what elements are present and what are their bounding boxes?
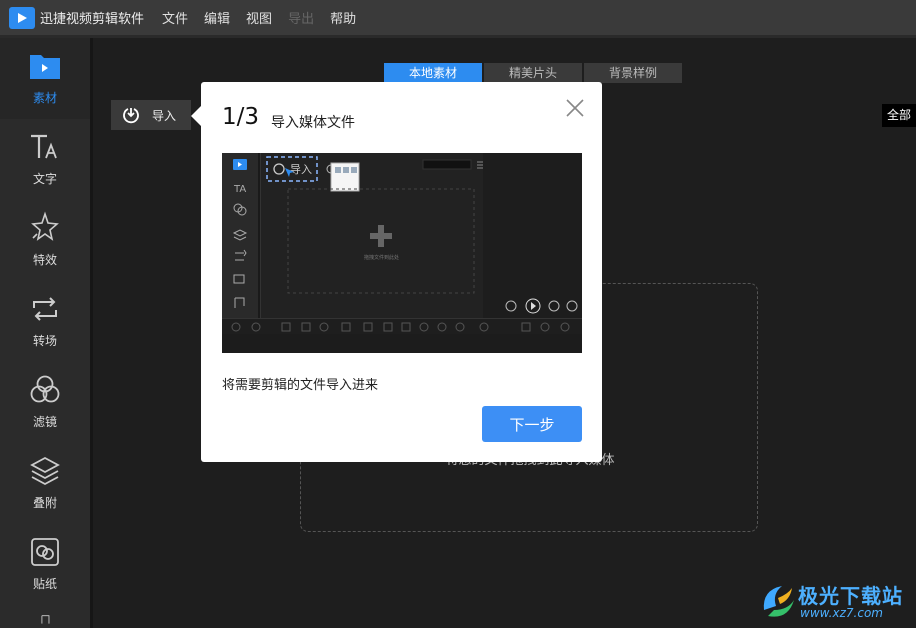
sidebar-item-media[interactable]: 素材 <box>0 38 90 119</box>
guide-popup: 1/3 导入媒体文件 TA 导入 拖拽文件到此处 将需要剪辑的文件导入进来 下一… <box>191 82 602 462</box>
sticker-icon <box>31 538 59 566</box>
transition-icon <box>33 297 57 321</box>
sidebar-item-effects[interactable]: 特效 <box>0 200 90 281</box>
menu-divider <box>0 35 916 38</box>
menu-file[interactable]: 文件 <box>162 8 188 27</box>
preview-import-label: 导入 <box>290 163 312 176</box>
media-tabs: 本地素材 精美片头 背景样例 <box>384 63 684 83</box>
layers-icon <box>30 456 60 486</box>
folder-icon <box>30 55 60 79</box>
popup-pointer <box>191 106 201 126</box>
sidebar-item-transition[interactable]: 转场 <box>0 281 90 362</box>
watermark-url: www.xz7.com <box>800 606 883 620</box>
sidebar-item-music[interactable] <box>0 605 90 628</box>
sidebar-item-label: 素材 <box>32 91 57 105</box>
sidebar-item-label: 贴纸 <box>32 577 57 591</box>
sidebar: 素材 文字 特效 转场 滤镜 叠附 贴纸 <box>0 38 90 628</box>
menu-view[interactable]: 视图 <box>246 8 272 27</box>
preview-timeline <box>222 334 582 353</box>
sidebar-item-label: 叠附 <box>32 496 57 510</box>
filter-icon <box>30 375 60 403</box>
sidebar-item-label: 文字 <box>32 172 57 186</box>
sparkle-icon <box>31 211 59 241</box>
sidebar-item-sticker[interactable]: 贴纸 <box>0 524 90 605</box>
sidebar-item-label: 特效 <box>32 253 57 267</box>
sidebar-divider <box>90 38 93 628</box>
import-button-label: 导入 <box>152 108 177 123</box>
text-icon <box>31 134 57 159</box>
menu-help[interactable]: 帮助 <box>330 8 356 27</box>
app-title: 迅捷视频剪辑软件 <box>40 12 145 27</box>
menu-export[interactable]: 导出 <box>288 8 314 27</box>
preview-sidebar: TA <box>222 153 258 318</box>
menu-bar: 迅捷视频剪辑软件 文件 编辑 视图 导出 帮助 <box>0 0 916 35</box>
guide-title: 导入媒体文件 <box>271 115 355 131</box>
watermark-logo-icon <box>763 586 794 617</box>
preview-main: 导入 拖拽文件到此处 <box>260 153 582 318</box>
tab-intros[interactable]: 精美片头 <box>484 63 583 83</box>
svg-text:TA: TA <box>233 184 246 195</box>
app-logo-icon <box>9 6 35 29</box>
watermark: 极光下载站 www.xz7.com <box>758 578 916 628</box>
filter-all-dropdown[interactable]: 全部 <box>882 104 916 127</box>
sidebar-item-overlay[interactable]: 叠附 <box>0 443 90 524</box>
tab-local-media[interactable]: 本地素材 <box>384 63 483 83</box>
preview-sidebar-icons: TA <box>232 159 248 308</box>
preview-toolbar <box>222 318 582 334</box>
import-button[interactable]: 导入 <box>111 100 191 130</box>
sidebar-item-filter[interactable]: 滤镜 <box>0 362 90 443</box>
svg-text:拖拽文件到此处: 拖拽文件到此处 <box>364 254 399 261</box>
guide-step-counter: 1/3 <box>222 104 260 130</box>
watermark-name: 极光下载站 <box>798 584 903 608</box>
next-step-button[interactable]: 下一步 <box>482 406 582 442</box>
preview-toolbar-icons <box>231 322 570 332</box>
tab-backgrounds[interactable]: 背景样例 <box>584 63 683 83</box>
music-icon <box>41 615 50 624</box>
menu-edit[interactable]: 编辑 <box>204 8 230 27</box>
guide-preview-image: TA 导入 拖拽文件到此处 <box>222 153 582 353</box>
sidebar-item-text[interactable]: 文字 <box>0 119 90 200</box>
sidebar-item-label: 转场 <box>32 334 57 348</box>
guide-description: 将需要剪辑的文件导入进来 <box>222 378 379 393</box>
import-icon <box>123 108 139 124</box>
preview-main-art: 导入 拖拽文件到此处 <box>266 153 582 318</box>
close-icon[interactable] <box>565 98 585 118</box>
sidebar-item-label: 滤镜 <box>32 415 57 429</box>
